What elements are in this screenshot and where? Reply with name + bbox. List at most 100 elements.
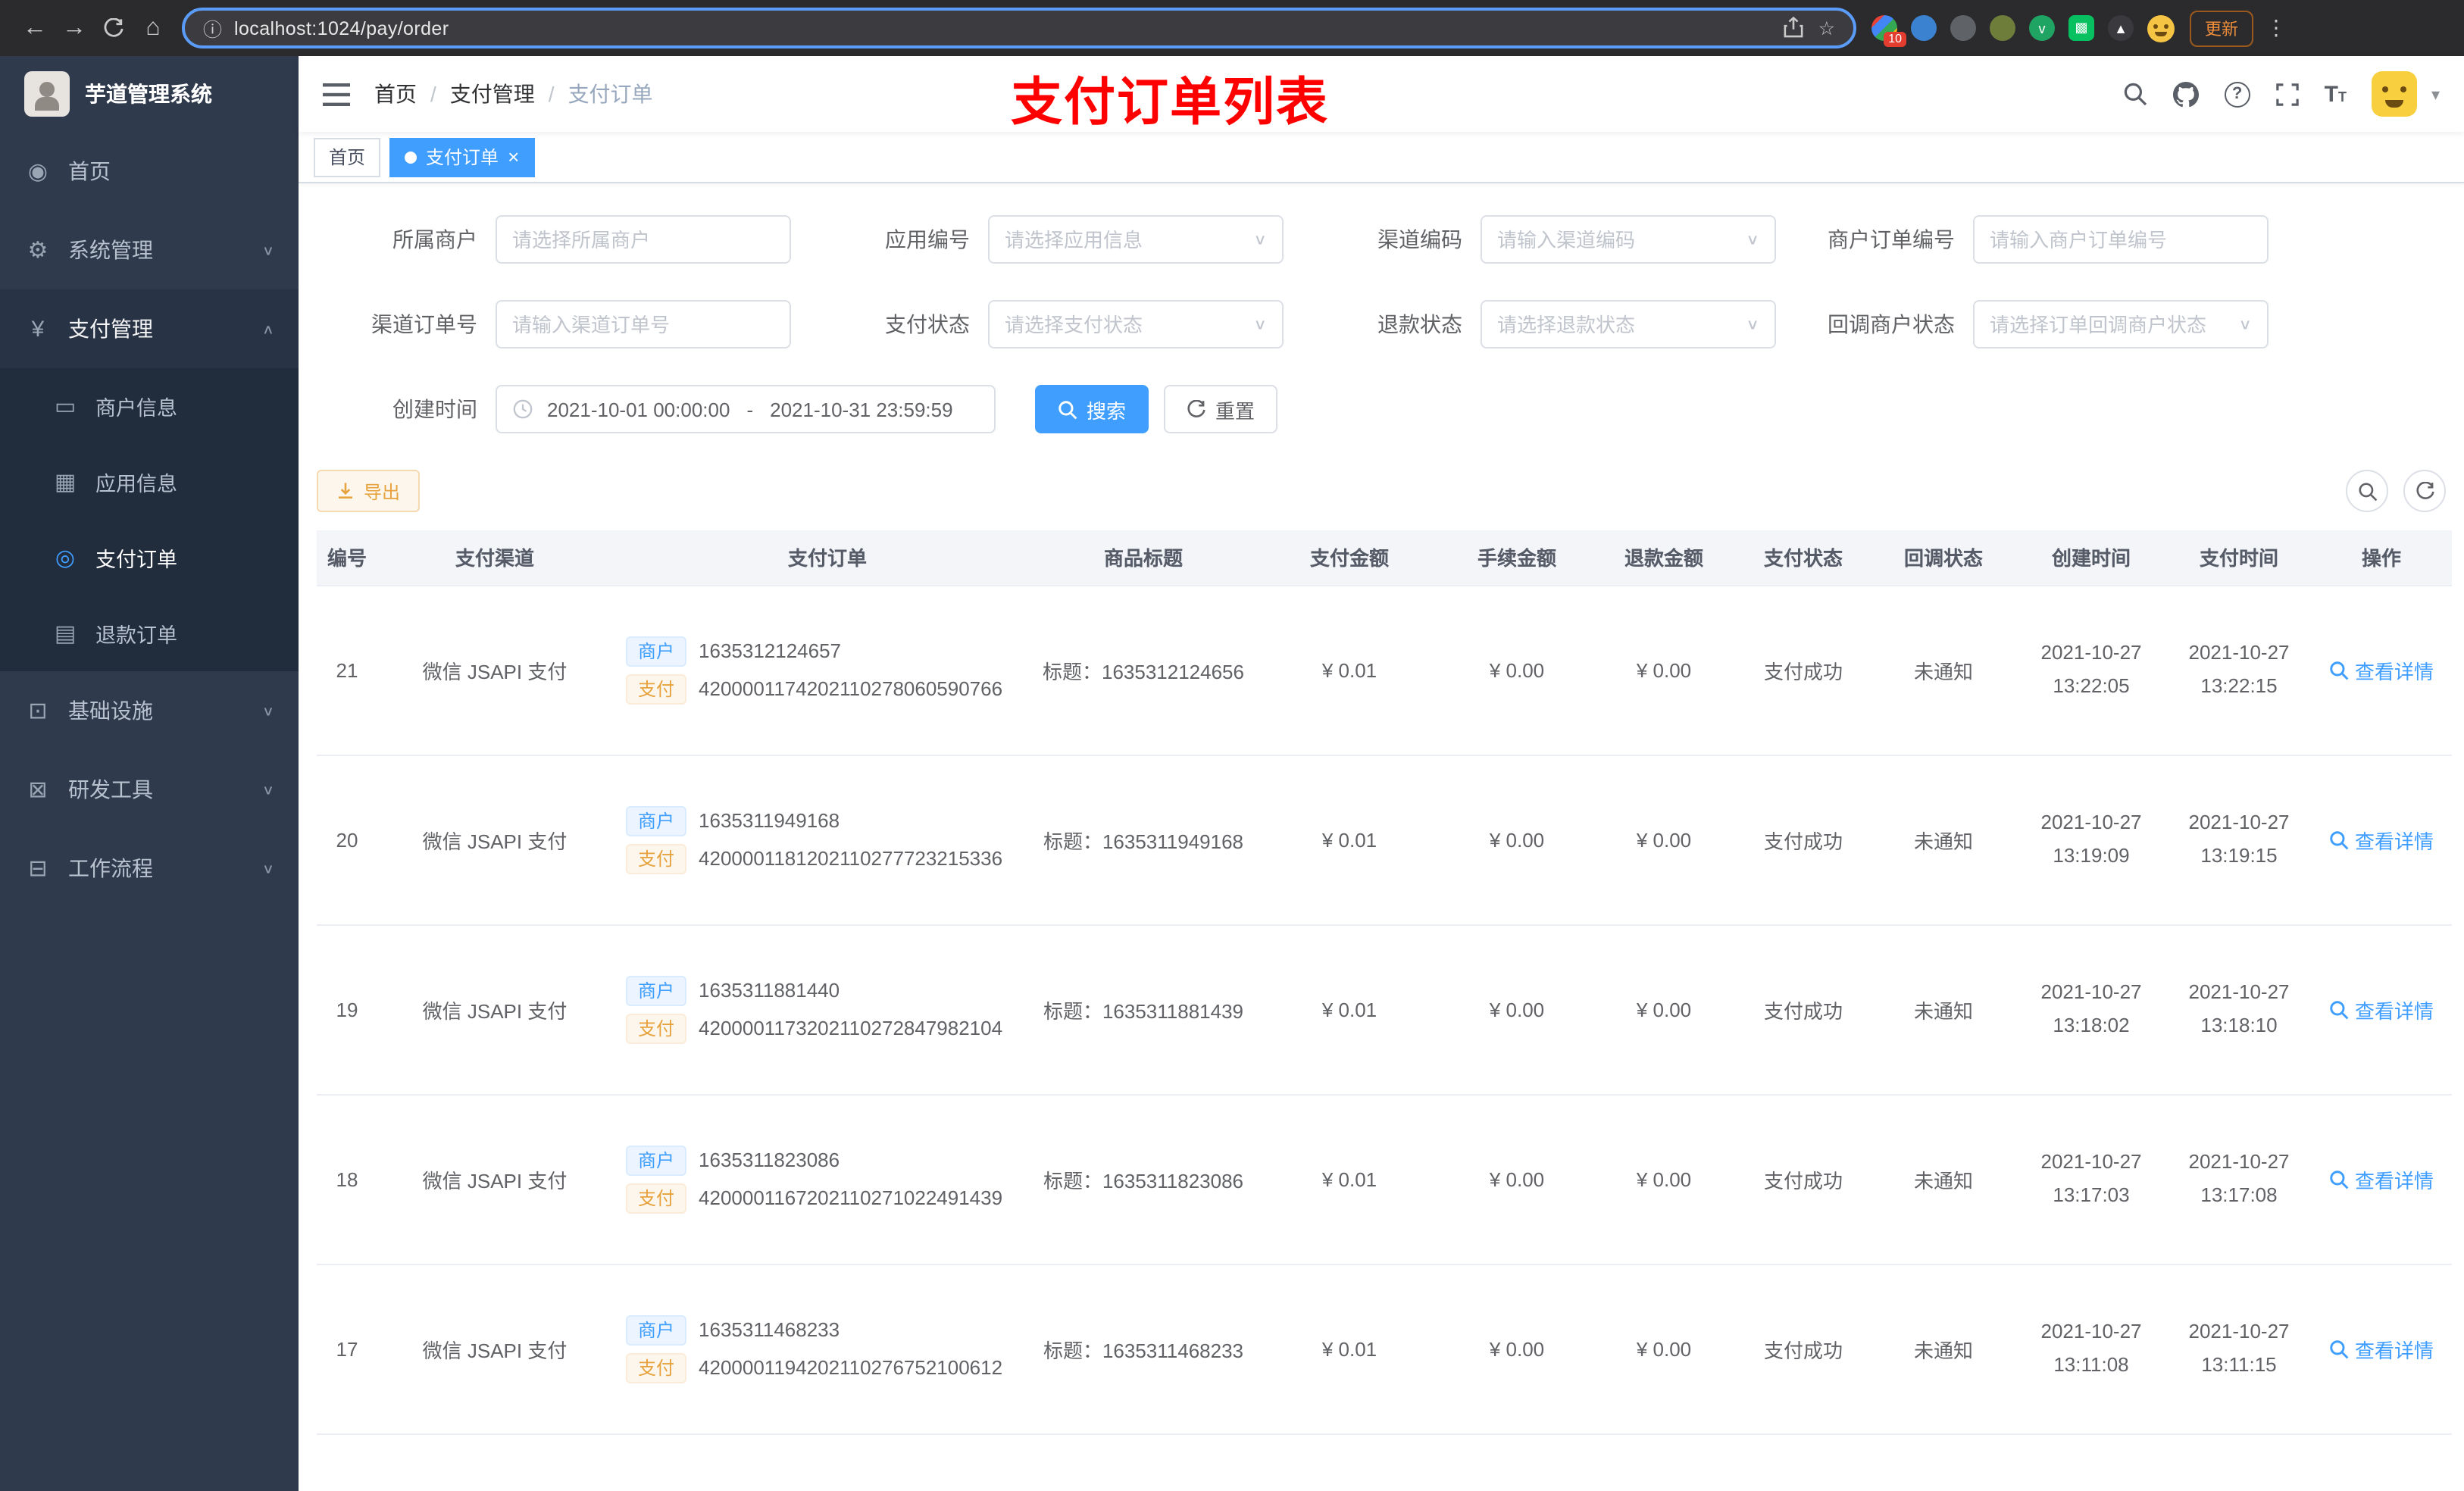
input-control[interactable] bbox=[496, 215, 791, 264]
select-input[interactable] bbox=[1005, 228, 1245, 251]
refresh-table-button[interactable] bbox=[2403, 470, 2446, 512]
select-input[interactable] bbox=[1497, 313, 1737, 336]
drop-extension-icon[interactable] bbox=[1911, 15, 1937, 41]
menu-item-label: 工作流程 bbox=[68, 856, 153, 880]
circle-extension-icon[interactable] bbox=[1990, 15, 2015, 41]
cell-action: 查看详情 bbox=[2311, 1094, 2452, 1264]
url-bar[interactable]: ⓘ localhost:1024/pay/order ☆ bbox=[182, 8, 1856, 48]
cell-notify-status: 未通知 bbox=[1871, 585, 2015, 755]
create-time-range-picker[interactable]: 2021-10-01 00:00:00 - 2021-10-31 23:59:5… bbox=[496, 385, 996, 433]
text-input[interactable] bbox=[512, 228, 774, 251]
view-detail-link[interactable]: 查看详情 bbox=[2329, 1334, 2434, 1363]
view-detail-link[interactable]: 查看详情 bbox=[2329, 825, 2434, 854]
cell-order: 商户 1635312124657 支付 42000011742021102780605… bbox=[612, 585, 1029, 755]
order-pay-line: 支付 4200001173202110272847982104 bbox=[626, 1013, 1029, 1043]
cell-channel: 微信 JSAPI 支付 bbox=[377, 585, 612, 755]
input-control[interactable] bbox=[496, 300, 791, 349]
date-end-value[interactable]: 2021-10-31 23:59:59 bbox=[770, 398, 952, 420]
field-label: 退款状态 bbox=[1377, 312, 1462, 336]
cell-pay-status: 支付成功 bbox=[1735, 1094, 1871, 1264]
select-input[interactable] bbox=[1990, 313, 2230, 336]
search-button[interactable]: 搜索 bbox=[1035, 385, 1149, 433]
view-detail-link[interactable]: 查看详情 bbox=[2329, 655, 2434, 684]
chat-extension-icon[interactable]: ▩ bbox=[2068, 15, 2094, 41]
column-header-回调状态: 回调状态 bbox=[1871, 530, 2015, 586]
sidebar-item-系统管理[interactable]: ⚙ 系统管理 ∨ bbox=[0, 211, 299, 289]
select-control[interactable]: ∨ bbox=[1481, 215, 1776, 264]
cell-id: 21 bbox=[317, 585, 377, 755]
field-商户订单编号: 商户订单编号 bbox=[1794, 215, 2269, 264]
cell-pay-time: 2021-10-27 13:19:15 bbox=[2167, 755, 2311, 925]
cell-fee-amount: ¥ 0.00 bbox=[1441, 1264, 1593, 1434]
sidebar-item-基础设施[interactable]: ⊡ 基础设施 ∨ bbox=[0, 671, 299, 750]
refund-doc-icon: ▤ bbox=[54, 621, 77, 647]
table-toolbar: 导出 bbox=[317, 470, 2446, 512]
submenu-item-商户信息[interactable]: ▭ 商户信息 bbox=[0, 368, 299, 444]
select-input[interactable] bbox=[1497, 228, 1737, 251]
workflow-icon: ⊟ bbox=[28, 856, 48, 882]
filter-rows: 所属商户应用编号∨渠道编码∨商户订单编号渠道订单号支付状态∨退款状态∨回调商户状… bbox=[317, 215, 2446, 349]
view-detail-link[interactable]: 查看详情 bbox=[2329, 995, 2434, 1024]
site-info-icon[interactable]: ⓘ bbox=[203, 14, 222, 42]
export-button[interactable]: 导出 bbox=[317, 470, 421, 512]
view-detail-link[interactable]: 查看详情 bbox=[2329, 1164, 2434, 1193]
tab-close-icon[interactable]: × bbox=[508, 147, 519, 167]
browser-refresh-icon[interactable] bbox=[94, 8, 133, 48]
tab-首页[interactable]: 首页 bbox=[314, 137, 381, 177]
check-extension-icon[interactable]: v bbox=[2029, 15, 2055, 41]
submenu-item-支付订单[interactable]: ◎ 支付订单 bbox=[0, 520, 299, 595]
profile-avatar-icon[interactable] bbox=[2147, 14, 2175, 42]
fullscreen-icon[interactable] bbox=[2275, 83, 2299, 105]
cell-pay-status: 支付成功 bbox=[1735, 585, 1871, 755]
sidebar-toggle-icon[interactable] bbox=[323, 83, 350, 105]
select-control[interactable]: ∨ bbox=[988, 300, 1284, 349]
breadcrumb-item[interactable]: 支付管理 bbox=[450, 79, 535, 109]
browser-update-button[interactable]: 更新 bbox=[2190, 10, 2253, 46]
sidebar-item-研发工具[interactable]: ⊠ 研发工具 ∨ bbox=[0, 750, 299, 829]
pin-extension-icon[interactable]: ▲ bbox=[2108, 15, 2134, 41]
field-渠道编码: 渠道编码 ∨ bbox=[1302, 215, 1776, 264]
avatar-caret-icon[interactable]: ▾ bbox=[2431, 84, 2440, 104]
browser-back-icon[interactable]: ← bbox=[15, 8, 55, 48]
sidebar-item-支付管理[interactable]: ¥ 支付管理 ∧ bbox=[0, 289, 299, 368]
browser-menu-icon[interactable]: ⋮ bbox=[2265, 15, 2287, 41]
cell-order: 商户 1635311468233 支付 42000011942021102767521… bbox=[612, 1264, 1029, 1434]
tab-支付订单[interactable]: 支付订单 × bbox=[389, 137, 535, 177]
sidebar-item-工作流程[interactable]: ⊟ 工作流程 ∨ bbox=[0, 829, 299, 908]
select-control[interactable]: ∨ bbox=[988, 215, 1284, 264]
browser-home-icon[interactable]: ⌂ bbox=[133, 8, 173, 48]
text-input[interactable] bbox=[1990, 228, 2252, 251]
sidebar-item-首页[interactable]: ◉ 首页 bbox=[0, 132, 299, 211]
submenu-item-退款订单[interactable]: ▤ 退款订单 bbox=[0, 595, 299, 671]
share-icon[interactable] bbox=[1784, 17, 1803, 39]
reset-button[interactable]: 重置 bbox=[1164, 385, 1278, 433]
github-icon[interactable] bbox=[2172, 81, 2199, 107]
breadcrumb-item[interactable]: 首页 bbox=[374, 79, 417, 109]
table-row: 17 微信 JSAPI 支付 商户 1635311468233 支付 4200001194… bbox=[317, 1264, 2452, 1434]
search-icon[interactable] bbox=[2123, 82, 2147, 106]
browser-forward-icon[interactable]: → bbox=[55, 8, 94, 48]
cell-refund-amount: ¥ 0.00 bbox=[1593, 924, 1735, 1095]
cell-id: 20 bbox=[317, 755, 377, 925]
palette-extension-icon[interactable] bbox=[1871, 15, 1906, 47]
select-control[interactable]: ∨ bbox=[1973, 300, 2269, 349]
select-control[interactable]: ∨ bbox=[1481, 300, 1776, 349]
date-start-value[interactable]: 2021-10-01 00:00:00 bbox=[547, 398, 730, 420]
font-size-icon[interactable]: TT bbox=[2325, 81, 2347, 107]
user-avatar[interactable] bbox=[2372, 71, 2418, 117]
sidebar-logo[interactable]: 芋道管理系统 bbox=[0, 56, 299, 132]
submenu-item-应用信息[interactable]: ▦ 应用信息 bbox=[0, 444, 299, 520]
globe-extension-icon[interactable] bbox=[1950, 15, 1976, 41]
text-input[interactable] bbox=[512, 313, 774, 336]
url-text[interactable]: localhost:1024/pay/order bbox=[234, 17, 1771, 39]
help-icon[interactable]: ? bbox=[2224, 81, 2250, 107]
cell-pay-amount: ¥ 0.01 bbox=[1258, 755, 1441, 925]
bookmark-star-icon[interactable]: ☆ bbox=[1818, 17, 1835, 39]
cell-notify-status: 未通知 bbox=[1871, 924, 2015, 1095]
select-input[interactable] bbox=[1005, 313, 1245, 336]
cell-pay-amount: ¥ 0.01 bbox=[1258, 585, 1441, 755]
field-label: 渠道编码 bbox=[1377, 227, 1462, 252]
hide-search-button[interactable] bbox=[2346, 470, 2388, 512]
input-control[interactable] bbox=[1973, 215, 2269, 264]
breadcrumb-separator: / bbox=[548, 82, 555, 106]
